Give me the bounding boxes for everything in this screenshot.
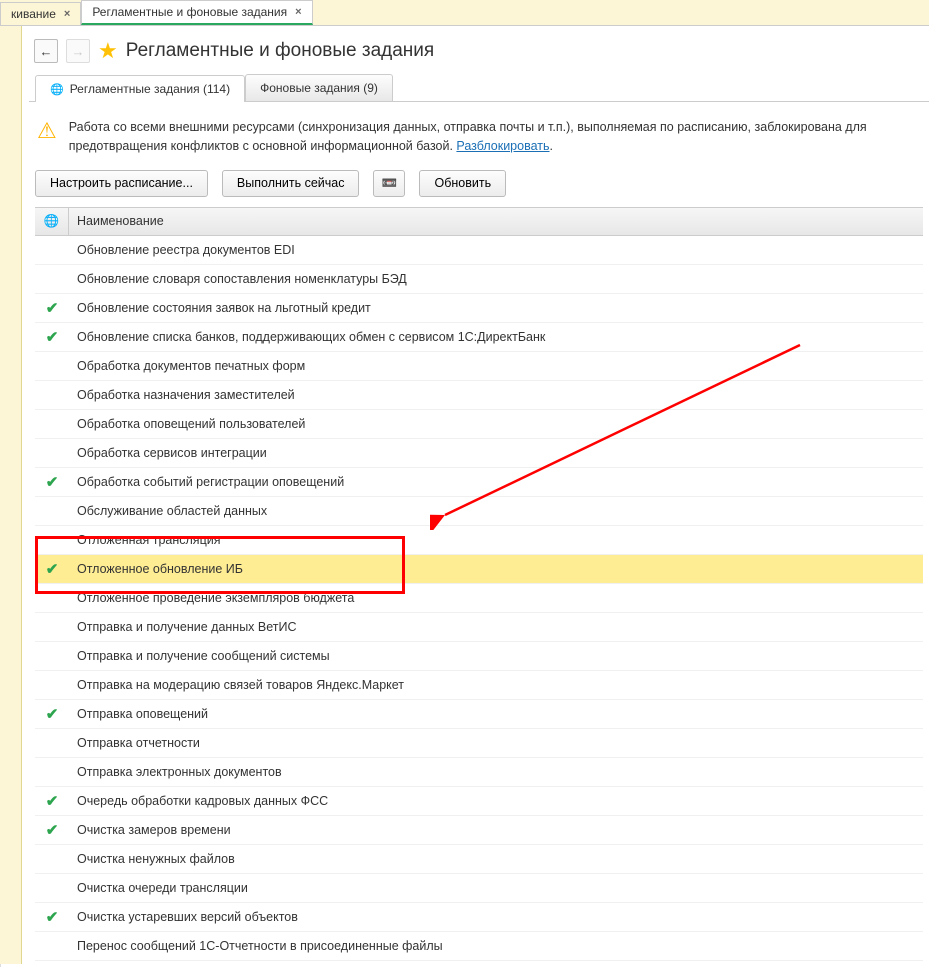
row-name: Очистка замеров времени — [69, 823, 923, 837]
row-name: Отправка и получение данных ВетИС — [69, 620, 923, 634]
row-name: Очередь обработки кадровых данных ФСС — [69, 794, 923, 808]
row-name: Очистка устаревших версий объектов — [69, 910, 923, 924]
table-row[interactable]: Очистка очереди трансляции — [35, 874, 923, 903]
row-name: Обработка назначения заместителей — [69, 388, 923, 402]
row-name: Очистка очереди трансляции — [69, 881, 923, 895]
table-row[interactable]: ✔ Очистка устаревших версий объектов — [35, 903, 923, 932]
row-check-cell: ✔ — [35, 705, 69, 723]
table-row[interactable]: Обработка назначения заместителей — [35, 381, 923, 410]
row-check-cell: ✔ — [35, 792, 69, 810]
close-icon[interactable]: × — [64, 8, 70, 20]
table-row[interactable]: Обработка оповещений пользователей — [35, 410, 923, 439]
table-row[interactable]: Отложенное проведение экземпляров бюджет… — [35, 584, 923, 613]
table-row[interactable]: ✔ Отправка оповещений — [35, 700, 923, 729]
row-name: Обработка сервисов интеграции — [69, 446, 923, 460]
column-header-name[interactable]: Наименование — [69, 208, 923, 235]
check-icon: ✔ — [46, 329, 59, 346]
tab-background-jobs[interactable]: Фоновые задания (9) — [245, 74, 393, 101]
left-stripe — [0, 26, 22, 964]
tab-label: Регламентные задания (114) — [70, 82, 230, 96]
row-name: Отложенное обновление ИБ — [69, 562, 923, 576]
row-name: Отправка оповещений — [69, 707, 923, 721]
check-icon: ✔ — [46, 706, 59, 723]
table-row[interactable]: ✔ Обновление состояния заявок на льготный… — [35, 294, 923, 323]
warning-bar: ⚠ Работа со всеми внешними ресурсами (си… — [35, 114, 923, 170]
refresh-button[interactable]: Обновить — [419, 170, 506, 197]
schedule-button[interactable]: Настроить расписание... — [35, 170, 208, 197]
row-name: Обновление словаря сопоставления номенкл… — [69, 272, 923, 286]
check-icon: ✔ — [46, 300, 59, 317]
row-name: Обслуживание областей данных — [69, 504, 923, 518]
row-name: Обновление состояния заявок на льготный … — [69, 301, 923, 315]
row-check-cell: ✔ — [35, 328, 69, 346]
close-icon[interactable]: × — [295, 6, 301, 18]
table-row[interactable]: Отправка отчетности — [35, 729, 923, 758]
row-name: Обновление списка банков, поддерживающих… — [69, 330, 923, 344]
row-name: Очистка ненужных файлов — [69, 852, 923, 866]
main-tabs: 🌐 Регламентные задания (114) Фоновые зад… — [29, 74, 929, 102]
table-row[interactable]: Обработка документов печатных форм — [35, 352, 923, 381]
row-name: Обработка документов печатных форм — [69, 359, 923, 373]
table-header: 🌐 Наименование — [35, 207, 923, 236]
table-row[interactable]: Обслуживание областей данных — [35, 497, 923, 526]
row-name: Отправка отчетности — [69, 736, 923, 750]
run-now-button[interactable]: Выполнить сейчас — [222, 170, 360, 197]
check-icon: ✔ — [46, 822, 59, 839]
row-name: Отправка и получение сообщений системы — [69, 649, 923, 663]
check-icon: ✔ — [46, 561, 59, 578]
row-check-cell: ✔ — [35, 821, 69, 839]
table-row[interactable]: Отправка на модерацию связей товаров Янд… — [35, 671, 923, 700]
icon-button[interactable]: 📼 — [373, 170, 405, 197]
globe-icon: 🌐 — [35, 208, 69, 235]
tab-label: Фоновые задания (9) — [260, 81, 378, 95]
table-row[interactable]: Перенос сообщений 1С-Отчетности в присое… — [35, 932, 923, 961]
tab-scheduled-jobs[interactable]: 🌐 Регламентные задания (114) — [35, 75, 245, 102]
table-row[interactable]: Отложенная трансляция — [35, 526, 923, 555]
row-check-cell: ✔ — [35, 560, 69, 578]
row-name: Обработка оповещений пользователей — [69, 417, 923, 431]
row-name: Отложенная трансляция — [69, 533, 923, 547]
row-name: Обработка событий регистрации оповещений — [69, 475, 923, 489]
row-name: Отправка электронных документов — [69, 765, 923, 779]
row-check-cell: ✔ — [35, 473, 69, 491]
top-tab-item[interactable]: Регламентные и фоновые задания × — [81, 0, 312, 25]
table-row[interactable]: Отправка и получение данных ВетИС — [35, 613, 923, 642]
table-row[interactable]: Обновление словаря сопоставления номенкл… — [35, 265, 923, 294]
table-row[interactable]: Обработка сервисов интеграции — [35, 439, 923, 468]
table-row[interactable]: Очистка ненужных файлов — [35, 845, 923, 874]
nav-back-button[interactable]: ← — [34, 39, 58, 63]
tab-label: кивание — [11, 7, 56, 21]
star-icon[interactable]: ★ — [98, 38, 118, 64]
table-row[interactable]: ✔ Обработка событий регистрации оповещени… — [35, 468, 923, 497]
table-body: Обновление реестра документов EDI Обновле… — [35, 236, 923, 961]
toolbar: Настроить расписание... Выполнить сейчас… — [35, 170, 923, 207]
check-icon: ✔ — [46, 793, 59, 810]
row-name: Отложенное проведение экземпляров бюджет… — [69, 591, 923, 605]
table-row[interactable]: ✔ Отложенное обновление ИБ — [35, 555, 923, 584]
row-name: Обновление реестра документов EDI — [69, 243, 923, 257]
top-tabs-bar: кивание × Регламентные и фоновые задания… — [0, 0, 929, 26]
unblock-link[interactable]: Разблокировать — [456, 139, 549, 153]
table-row[interactable]: ✔ Обновление списка банков, поддерживающи… — [35, 323, 923, 352]
top-tab-item[interactable]: кивание × — [0, 2, 81, 25]
row-name: Отправка на модерацию связей товаров Янд… — [69, 678, 923, 692]
tab-label: Регламентные и фоновые задания — [92, 5, 287, 19]
warning-icon: ⚠ — [37, 118, 57, 156]
row-name: Перенос сообщений 1С-Отчетности в присое… — [69, 939, 923, 953]
nav-forward-button[interactable]: → — [66, 39, 90, 63]
table-row[interactable]: ✔ Очередь обработки кадровых данных ФСС — [35, 787, 923, 816]
check-icon: ✔ — [46, 474, 59, 491]
header: ← → ★ Регламентные и фоновые задания — [29, 26, 929, 74]
check-icon: ✔ — [46, 909, 59, 926]
row-check-cell: ✔ — [35, 908, 69, 926]
table-row[interactable]: Отправка и получение сообщений системы — [35, 642, 923, 671]
page-title: Регламентные и фоновые задания — [126, 40, 434, 62]
row-check-cell: ✔ — [35, 299, 69, 317]
table-row[interactable]: Обновление реестра документов EDI — [35, 236, 923, 265]
table-row[interactable]: ✔ Очистка замеров времени — [35, 816, 923, 845]
table-row[interactable]: Отправка электронных документов — [35, 758, 923, 787]
globe-icon: 🌐 — [50, 83, 64, 96]
